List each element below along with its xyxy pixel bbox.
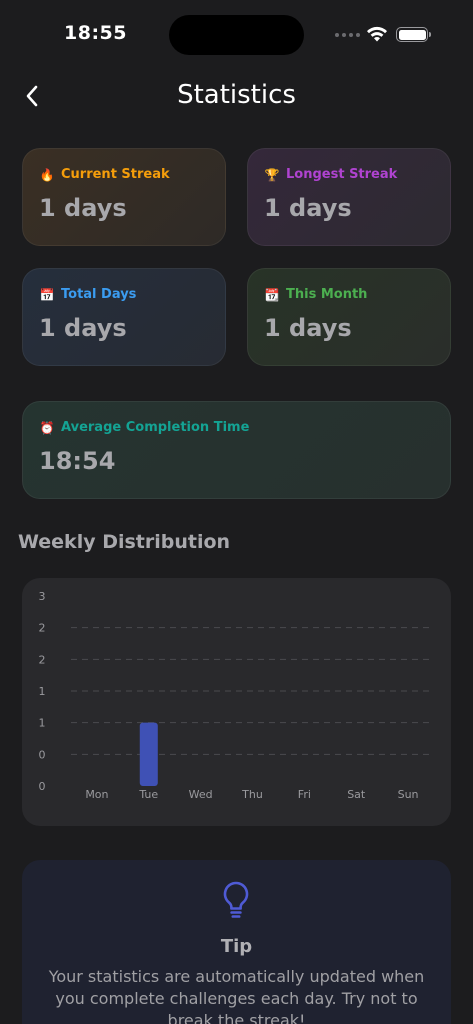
x-tick-label-thu: Thu bbox=[241, 788, 263, 801]
lightbulb-icon bbox=[223, 881, 249, 918]
current-streak-label: Current Streak bbox=[61, 167, 170, 182]
average-completion-label: Average Completion Time bbox=[61, 420, 250, 435]
longest-streak-card: 🏆 Longest Streak 1 days bbox=[247, 148, 451, 246]
current-streak-value: 1 days bbox=[39, 194, 127, 222]
current-streak-card: 🔥 Current Streak 1 days bbox=[22, 148, 226, 246]
statistics-screen: 18:55 Statistics 🔥 Current Streak 1 days… bbox=[0, 0, 473, 1024]
this-month-label: This Month bbox=[286, 287, 368, 302]
longest-streak-label: Longest Streak bbox=[286, 167, 398, 182]
calendar-icon: 📅 bbox=[39, 287, 55, 302]
y-tick-label: 2 bbox=[39, 653, 46, 666]
x-tick-label-sun: Sun bbox=[398, 788, 419, 801]
tear-off-calendar-icon: 📆 bbox=[264, 287, 280, 302]
tip-title: Tip bbox=[220, 936, 253, 957]
cellular-signal-icon bbox=[335, 33, 360, 37]
this-month-value: 1 days bbox=[264, 314, 352, 342]
y-tick-label: 2 bbox=[39, 622, 46, 635]
this-month-card: 📆 This Month 1 days bbox=[247, 268, 451, 366]
tip-body: Your statistics are automatically update… bbox=[48, 967, 425, 1024]
x-tick-label-wed: Wed bbox=[189, 788, 213, 801]
wifi-icon bbox=[367, 26, 387, 42]
y-tick-label: 0 bbox=[39, 780, 46, 793]
total-days-label: Total Days bbox=[61, 287, 137, 302]
y-tick-label: 1 bbox=[39, 717, 46, 730]
total-days-value: 1 days bbox=[39, 314, 127, 342]
tip-card: Tip Your statistics are automatically up… bbox=[22, 860, 451, 1024]
y-tick-label: 3 bbox=[39, 590, 46, 603]
y-tick-label: 0 bbox=[39, 748, 46, 761]
chart-svg: 3 2 2 1 1 0 0 Mon Tue Wed Thu Fri Sat Sun bbox=[39, 590, 434, 801]
weekly-distribution-chart: 3 2 2 1 1 0 0 Mon Tue Wed Thu Fri Sat Sun bbox=[22, 578, 451, 826]
average-completion-card: ⏰ Average Completion Time 18:54 bbox=[22, 401, 451, 499]
weekly-distribution-title: Weekly Distribution bbox=[18, 531, 231, 553]
trophy-icon: 🏆 bbox=[264, 167, 280, 182]
bar-tue bbox=[139, 722, 158, 786]
x-tick-label-sat: Sat bbox=[347, 788, 366, 801]
fire-icon: 🔥 bbox=[39, 167, 55, 182]
dynamic-island bbox=[169, 15, 304, 55]
x-tick-label-fri: Fri bbox=[298, 788, 311, 801]
status-time: 18:55 bbox=[64, 22, 127, 44]
longest-streak-value: 1 days bbox=[264, 194, 352, 222]
x-tick-label-mon: Mon bbox=[85, 788, 108, 801]
alarm-clock-icon: ⏰ bbox=[39, 420, 55, 435]
average-completion-value: 18:54 bbox=[39, 447, 116, 475]
battery-icon bbox=[396, 27, 431, 42]
y-tick-label: 1 bbox=[39, 685, 46, 698]
page-title: Statistics bbox=[177, 80, 296, 110]
x-tick-label-tue: Tue bbox=[138, 788, 158, 801]
total-days-card: 📅 Total Days 1 days bbox=[22, 268, 226, 366]
